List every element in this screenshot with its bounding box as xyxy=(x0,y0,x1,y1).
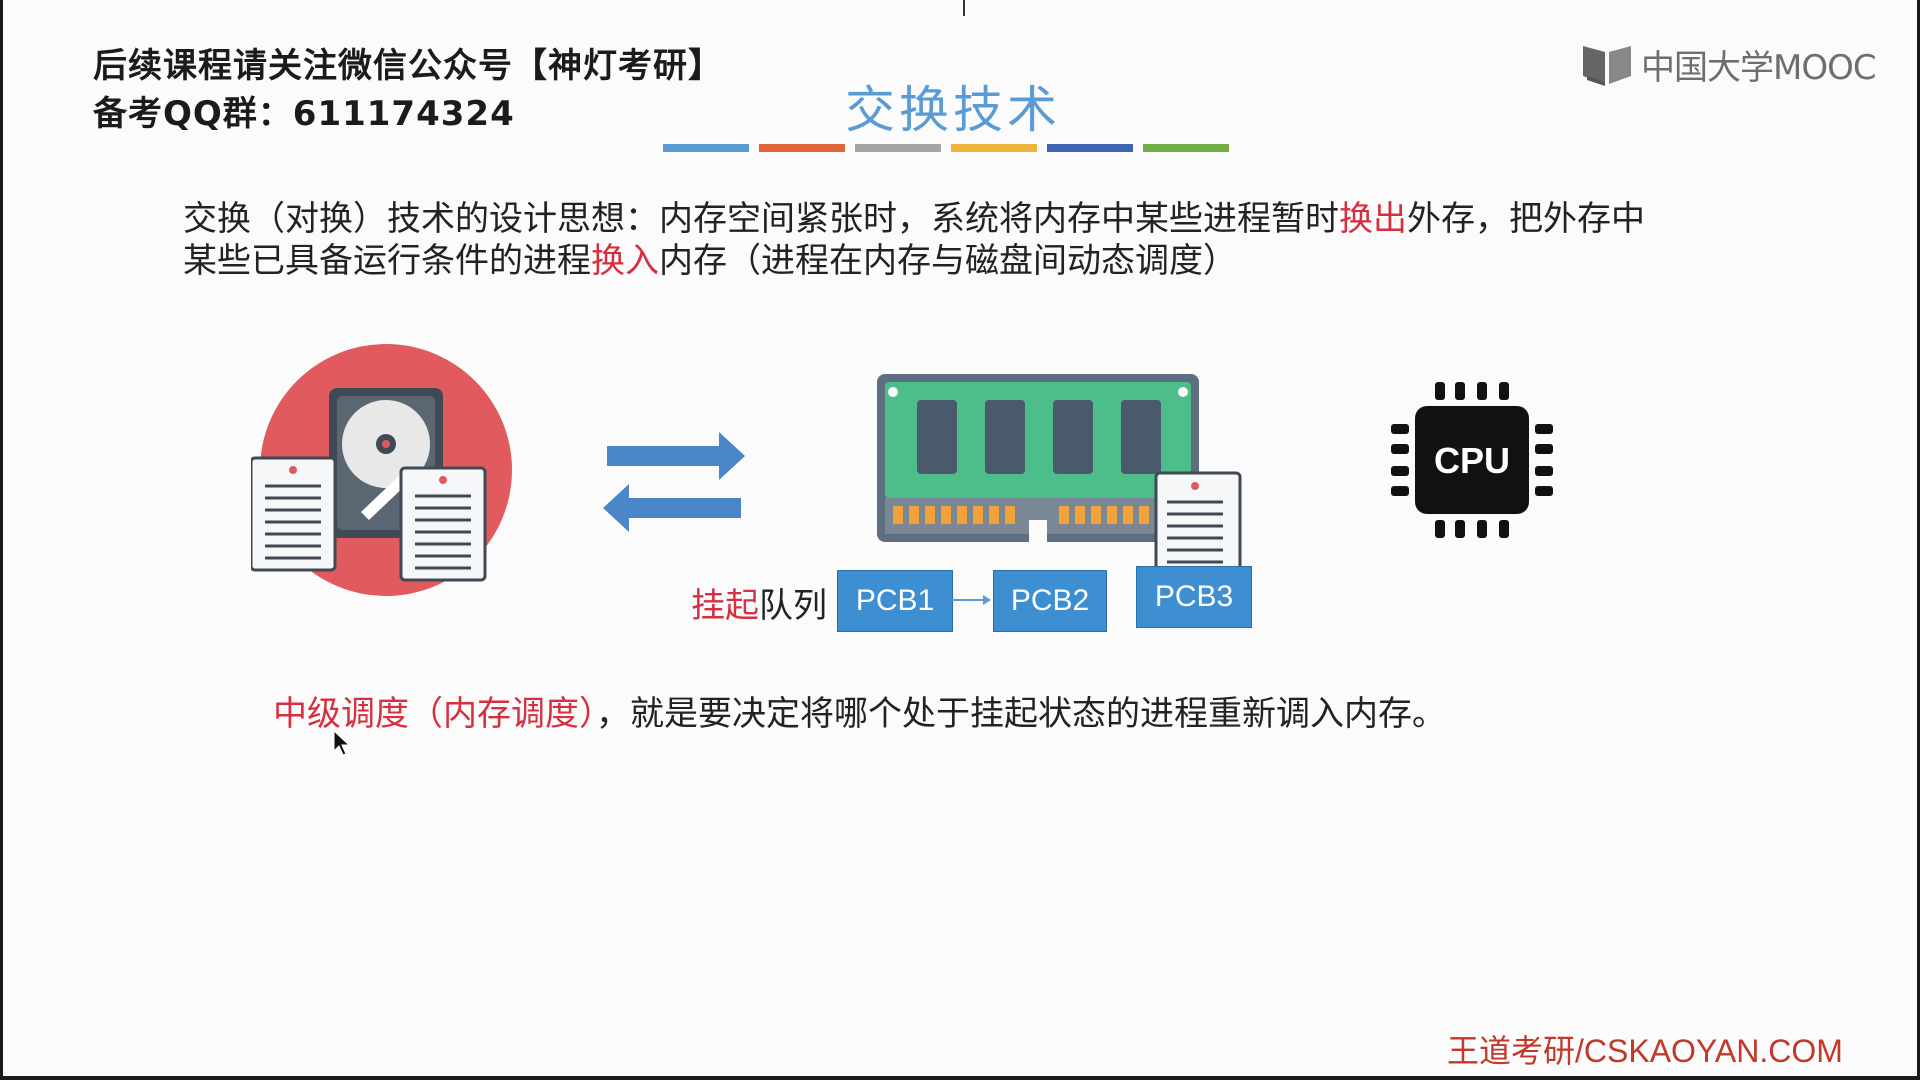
title-bar-segment xyxy=(1143,144,1229,152)
process-document-icon xyxy=(1154,471,1242,575)
paragraph-text: 某些已具备运行条件的进程 xyxy=(183,241,591,281)
swap-in-highlight: 换入 xyxy=(591,241,659,281)
paragraph-line-1: 交换（对换）技术的设计思想：内存空间紧张时，系统将内存中某些进程暂时换出外存，把… xyxy=(183,198,1743,240)
title-bar-segment xyxy=(663,144,749,152)
mooc-book-icon xyxy=(1583,46,1631,86)
title-bar-segment xyxy=(759,144,845,152)
hard-disk-icon xyxy=(251,344,512,596)
suspend-queue-label: 挂起队列 xyxy=(691,578,827,627)
slide-title: 交换技术 xyxy=(845,81,1061,139)
paragraph-text: 内存（进程在内存与磁盘间动态调度） xyxy=(659,241,1237,281)
title-bar-segment xyxy=(855,144,941,152)
logo-text: 中国大学MOOC xyxy=(1641,47,1877,88)
swap-out-highlight: 换出 xyxy=(1339,199,1407,239)
title-color-bar xyxy=(663,144,1229,152)
summary-rest: ，就是要决定将哪个处于挂起状态的进程重新调入内存。 xyxy=(596,694,1446,734)
summary-highlight: 中级调度（内存调度） xyxy=(273,694,596,734)
watermark-qq-group: 备考QQ群：611174324 xyxy=(93,94,515,134)
watermark-wechat: 后续课程请关注微信公众号【神灯考研】 xyxy=(93,46,723,86)
queue-label-highlight: 挂起 xyxy=(691,586,759,626)
mooc-logo: 中国大学MOOC xyxy=(1581,42,1877,88)
cpu-chip-icon: CPU xyxy=(1391,382,1553,538)
cpu-label: CPU xyxy=(1434,440,1510,481)
pcb-box: PCB3 xyxy=(1136,566,1252,628)
cpu-chip: CPU xyxy=(1389,378,1555,542)
swap-arrows-icon xyxy=(603,432,745,532)
top-divider-mark xyxy=(963,0,965,16)
mouse-cursor-icon xyxy=(333,730,351,756)
paragraph-text: 交换（对换）技术的设计思想：内存空间紧张时，系统将内存中某些进程暂时 xyxy=(183,199,1339,239)
queue-link-arrow-icon xyxy=(951,595,991,605)
slide: 后续课程请关注微信公众号【神灯考研】 备考QQ群：611174324 中国大学M… xyxy=(3,0,1917,1076)
medium-term-scheduling-summary: 中级调度（内存调度），就是要决定将哪个处于挂起状态的进程重新调入内存。 xyxy=(273,686,1446,735)
footer-brand: 王道考研/CSKAOYAN.COM xyxy=(1447,1033,1843,1069)
title-bar-segment xyxy=(1047,144,1133,152)
queue-label-rest: 队列 xyxy=(759,586,827,626)
paragraph-line-2: 某些已具备运行条件的进程换入内存（进程在内存与磁盘间动态调度） xyxy=(183,240,1743,282)
title-bar-segment xyxy=(951,144,1037,152)
pcb-box: PCB2 xyxy=(993,570,1107,632)
swap-definition-paragraph: 交换（对换）技术的设计思想：内存空间紧张时，系统将内存中某些进程暂时换出外存，把… xyxy=(183,198,1743,282)
pcb-box: PCB1 xyxy=(837,570,953,632)
paragraph-text: 外存，把外存中 xyxy=(1407,199,1645,239)
